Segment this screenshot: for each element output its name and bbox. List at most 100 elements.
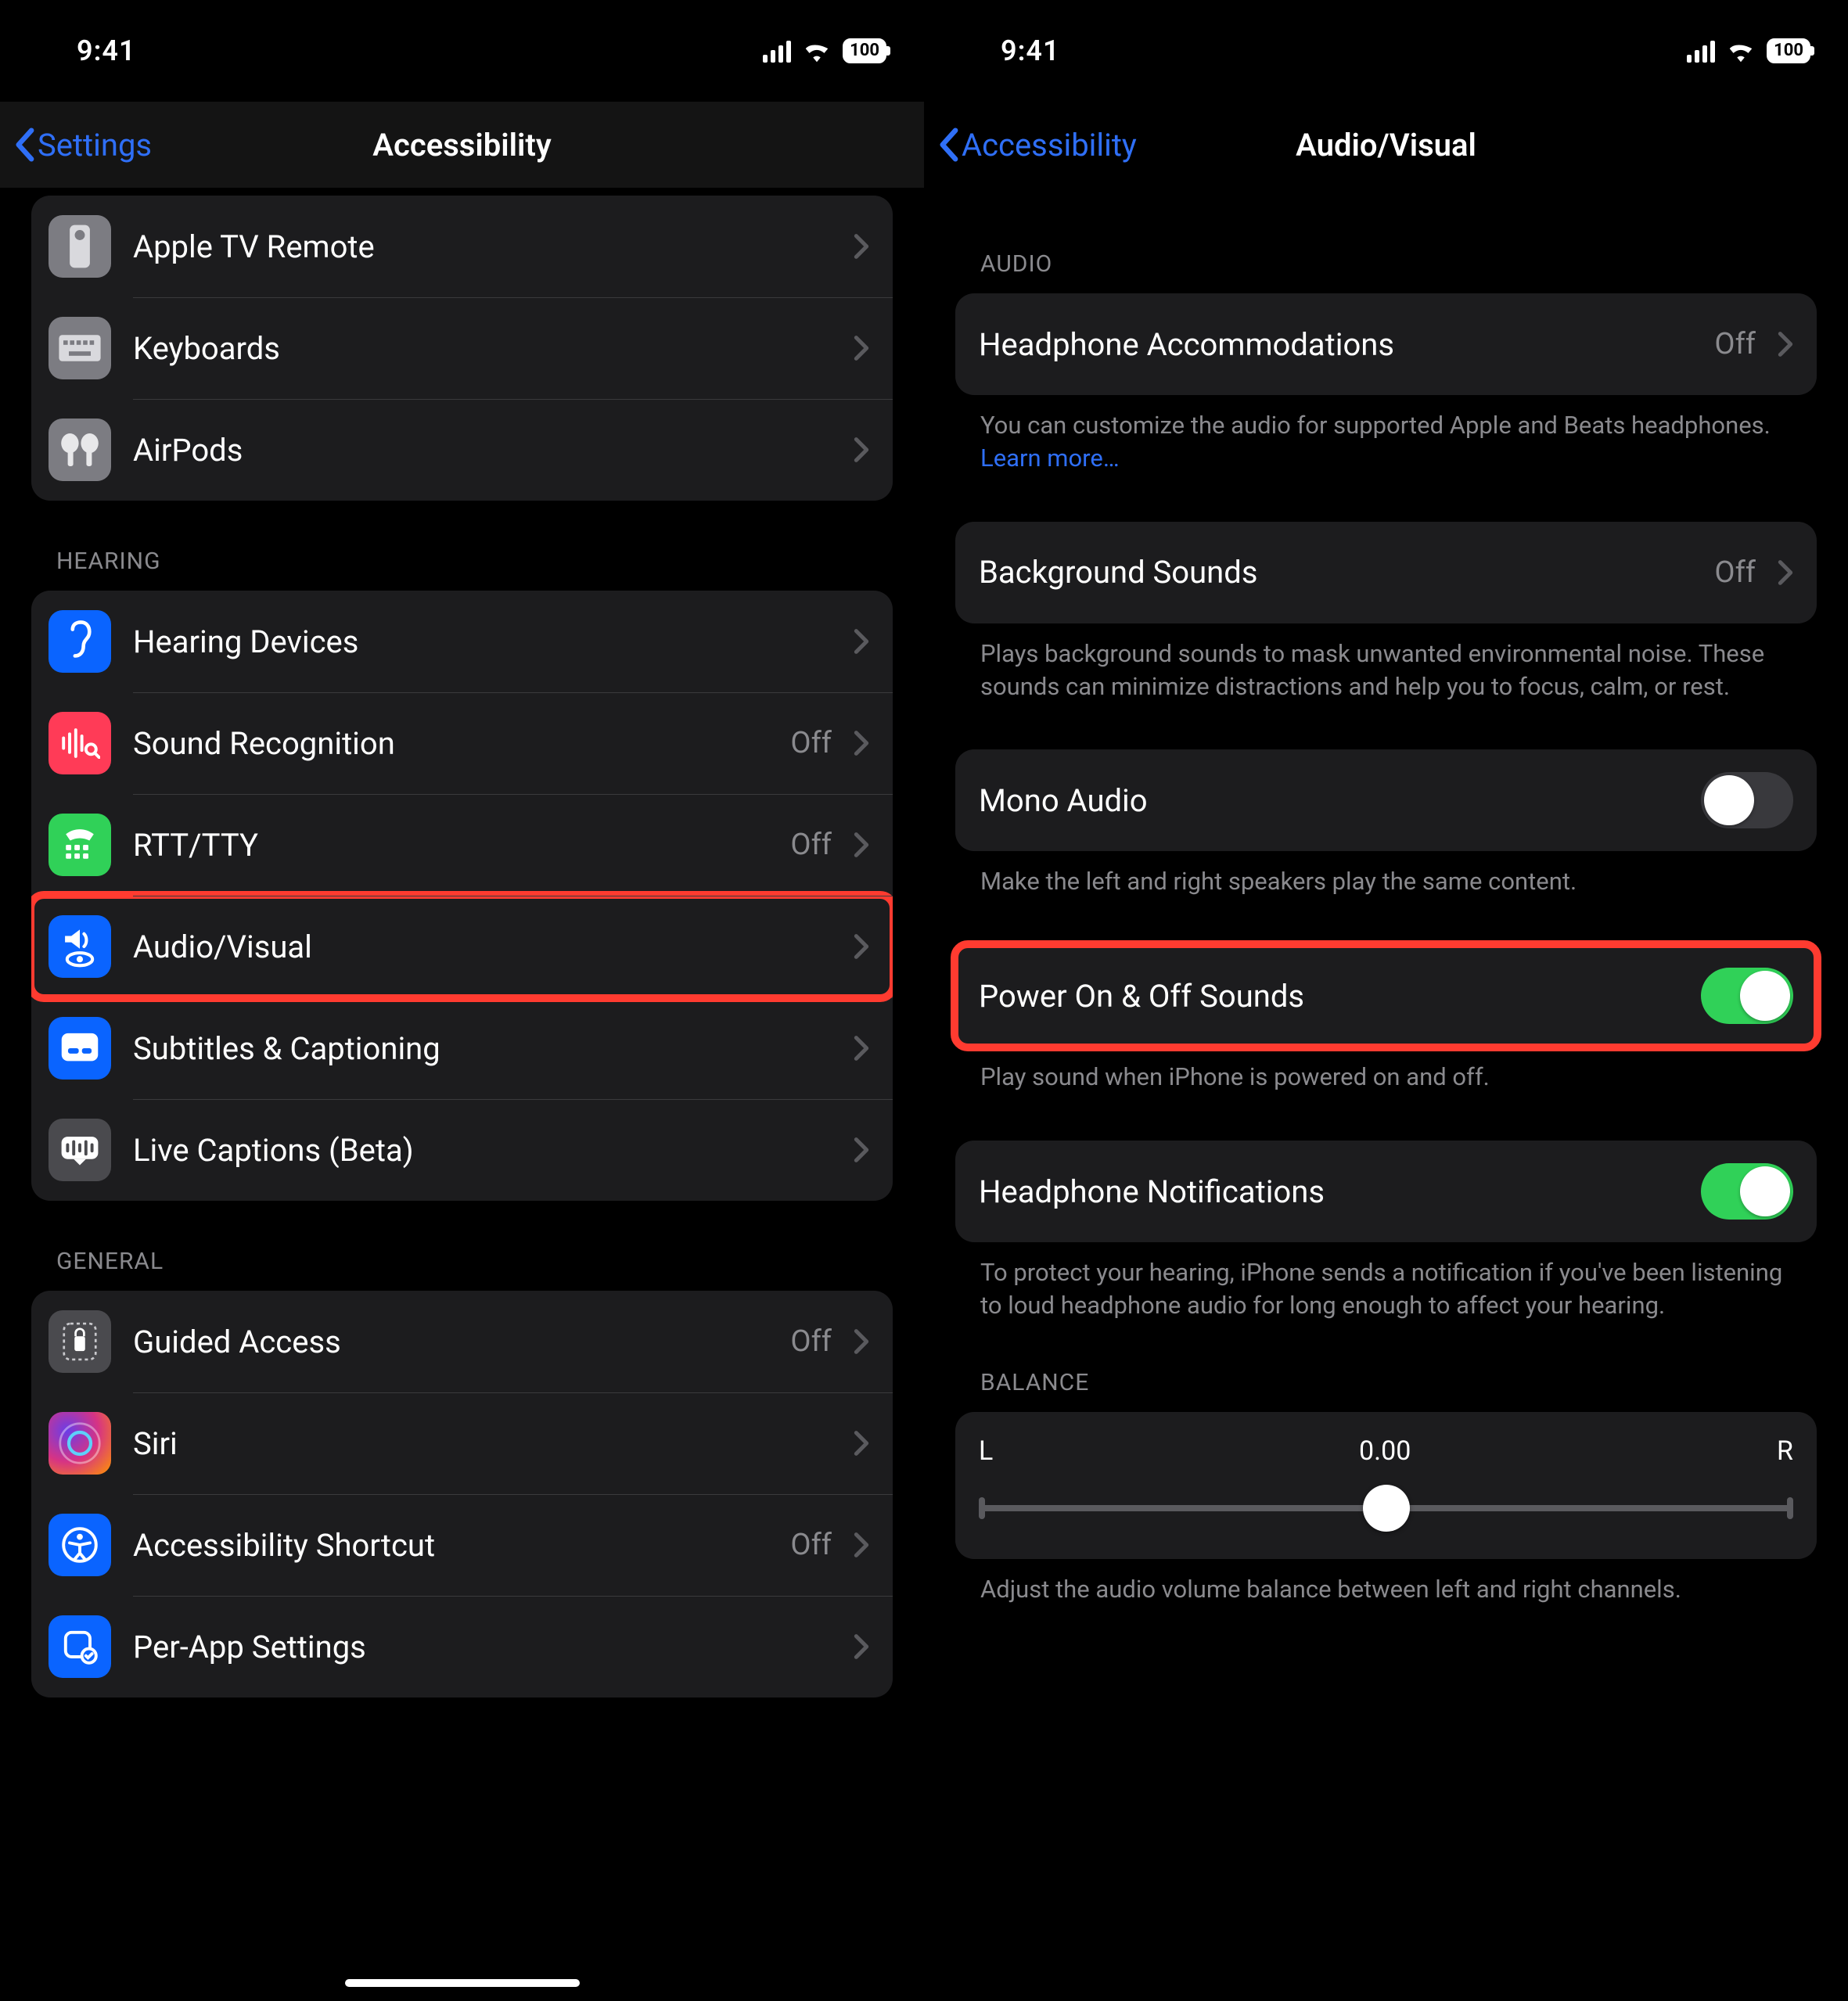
row-siri[interactable]: Siri (31, 1392, 893, 1494)
row-headphone-notifications: Headphone Notifications (955, 1141, 1817, 1242)
row-label: Power On & Off Sounds (979, 978, 1679, 1015)
group-balance: L 0.00 R (955, 1412, 1817, 1559)
row-value: Off (790, 726, 832, 760)
group-headphone-notifications: Headphone Notifications (955, 1141, 1817, 1242)
row-label: Background Sounds (979, 554, 1692, 591)
back-button[interactable]: Accessibility (924, 127, 1137, 163)
sound-recognition-icon (49, 712, 111, 774)
back-label: Accessibility (962, 127, 1137, 163)
chevron-right-icon (854, 730, 869, 756)
audio-visual-icon (49, 915, 111, 978)
chevron-right-icon (854, 436, 869, 463)
section-header-audio: AUDIO (980, 250, 1817, 278)
chevron-right-icon (854, 628, 869, 655)
row-label: Sound Recognition (133, 725, 768, 762)
chevron-left-icon (14, 128, 34, 162)
group-general: Guided Access Off Siri Accessibility Sho… (31, 1291, 893, 1697)
chevron-right-icon (854, 1328, 869, 1355)
row-label: Live Captions (Beta) (133, 1132, 832, 1169)
accessibility-icon (49, 1514, 111, 1576)
live-captions-icon (49, 1119, 111, 1181)
keyboard-icon (49, 317, 111, 379)
toggle-mono-audio[interactable] (1701, 772, 1793, 828)
row-hearing-devices[interactable]: Hearing Devices (31, 591, 893, 692)
row-audio-visual[interactable]: Audio/Visual (31, 896, 893, 997)
chevron-right-icon (854, 1035, 869, 1062)
back-label: Settings (38, 127, 152, 163)
group-power-sounds: Power On & Off Sounds (955, 945, 1817, 1047)
row-background-sounds[interactable]: Background Sounds Off (955, 522, 1817, 623)
balance-value: 0.00 (1359, 1435, 1411, 1467)
row-sound-recognition[interactable]: Sound Recognition Off (31, 692, 893, 794)
wifi-icon (802, 39, 832, 63)
nav-header: Settings Accessibility (0, 102, 924, 188)
row-subtitles-captioning[interactable]: Subtitles & Captioning (31, 997, 893, 1099)
status-bar: 9:41 100 (924, 0, 1848, 102)
nav-header: Accessibility Audio/Visual (924, 102, 1848, 188)
balance-slider[interactable] (979, 1489, 1793, 1528)
siri-icon (49, 1412, 111, 1475)
desc-background-sounds: Plays background sounds to mask unwanted… (980, 638, 1792, 703)
row-label: Apple TV Remote (133, 228, 832, 265)
status-bar: 9:41 100 (0, 0, 924, 102)
slider-thumb[interactable] (1363, 1485, 1410, 1532)
airpods-icon (49, 419, 111, 481)
row-label: Headphone Notifications (979, 1173, 1679, 1210)
row-rtt-tty[interactable]: RTT/TTY Off (31, 794, 893, 896)
row-value: Off (790, 1324, 832, 1359)
section-header-hearing: HEARING (56, 548, 893, 575)
phone-audio-visual: 9:41 100 Accessibility Audio/Visual AUDI… (924, 0, 1848, 2001)
chevron-right-icon (1778, 331, 1793, 357)
group-background-sounds: Background Sounds Off (955, 522, 1817, 623)
row-label: Siri (133, 1425, 832, 1462)
chevron-right-icon (854, 1430, 869, 1457)
group-headphone-accom: Headphone Accommodations Off (955, 293, 1817, 395)
row-label: Audio/Visual (133, 929, 832, 965)
chevron-right-icon (854, 832, 869, 858)
row-guided-access[interactable]: Guided Access Off (31, 1291, 893, 1392)
row-accessibility-shortcut[interactable]: Accessibility Shortcut Off (31, 1494, 893, 1596)
row-label: RTT/TTY (133, 827, 768, 864)
chevron-right-icon (854, 233, 869, 260)
remote-icon (49, 215, 111, 278)
row-per-app-settings[interactable]: Per-App Settings (31, 1596, 893, 1697)
chevron-right-icon (854, 1633, 869, 1660)
battery-icon: 100 (1767, 38, 1810, 63)
row-label: Headphone Accommodations (979, 326, 1692, 363)
desc-headphone-notifications: To protect your hearing, iPhone sends a … (980, 1256, 1792, 1322)
subtitles-icon (49, 1017, 111, 1080)
row-label: Per-App Settings (133, 1629, 832, 1665)
toggle-power-sounds[interactable] (1701, 968, 1793, 1024)
section-header-general: GENERAL (56, 1248, 893, 1275)
row-label: Guided Access (133, 1324, 768, 1360)
balance-right-label: R (1777, 1435, 1793, 1467)
desc-headphone-accom: You can customize the audio for supporte… (980, 409, 1792, 475)
back-button[interactable]: Settings (0, 127, 152, 163)
row-label: Keyboards (133, 330, 832, 367)
row-label: Subtitles & Captioning (133, 1030, 832, 1067)
row-apple-tv-remote[interactable]: Apple TV Remote (31, 196, 893, 297)
row-airpods[interactable]: AirPods (31, 399, 893, 501)
status-time: 9:41 (38, 34, 136, 67)
home-indicator[interactable] (345, 1979, 580, 1987)
row-value: Off (790, 1528, 832, 1562)
row-keyboards[interactable]: Keyboards (31, 297, 893, 399)
status-time: 9:41 (962, 34, 1060, 67)
row-headphone-accommodations[interactable]: Headphone Accommodations Off (955, 293, 1817, 395)
wifi-icon (1726, 39, 1756, 63)
row-mono-audio: Mono Audio (955, 749, 1817, 851)
row-live-captions[interactable]: Live Captions (Beta) (31, 1099, 893, 1201)
row-label: AirPods (133, 432, 832, 469)
chevron-right-icon (854, 335, 869, 361)
phone-accessibility: 9:41 100 Settings Accessibility A (0, 0, 924, 2001)
chevron-right-icon (854, 1137, 869, 1163)
cellular-icon (763, 39, 791, 63)
desc-mono-audio: Make the left and right speakers play th… (980, 865, 1792, 898)
battery-icon: 100 (843, 38, 886, 63)
chevron-left-icon (938, 128, 958, 162)
group-hearing: Hearing Devices Sound Recognition Off RT… (31, 591, 893, 1201)
learn-more-link[interactable]: Learn more… (980, 444, 1120, 472)
status-icons: 100 (763, 38, 886, 63)
toggle-headphone-notifications[interactable] (1701, 1163, 1793, 1220)
chevron-right-icon (854, 1532, 869, 1558)
